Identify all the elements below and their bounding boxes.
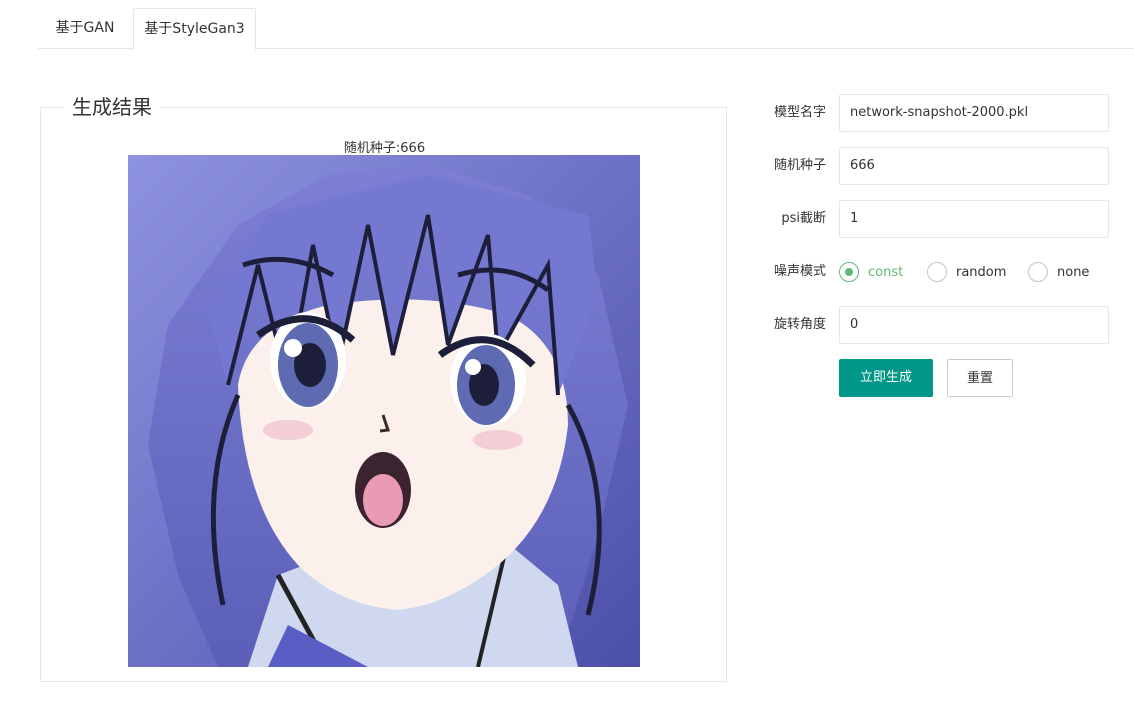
radio-checked-icon (839, 262, 859, 282)
tab-bar: 基于GAN 基于StyleGan3 (38, 8, 1134, 50)
generated-image (128, 155, 640, 667)
rotation-label: 旋转角度 (773, 317, 826, 332)
radio-none[interactable]: none (1028, 262, 1089, 282)
psi-label: psi截断 (781, 211, 826, 226)
seed-caption: 随机种子:666 (343, 141, 426, 156)
noise-mode-row: 噪声模式 const random none (760, 253, 1110, 291)
rotation-input[interactable]: 0 (839, 306, 1109, 344)
radio-unchecked-icon (1028, 262, 1048, 282)
radio-const[interactable]: const (839, 262, 903, 282)
seed-label: 随机种子 (773, 158, 826, 173)
anime-face-illustration (128, 155, 640, 667)
tab-stylegan3[interactable]: 基于StyleGan3 (133, 8, 256, 50)
noise-mode-label: 噪声模式 (773, 264, 826, 279)
rotation-row: 旋转角度 0 (760, 306, 1110, 344)
noise-mode-radio-group: const random none (839, 253, 1119, 291)
radio-unchecked-icon (927, 262, 947, 282)
radio-none-label: none (1057, 264, 1090, 280)
model-name-label: 模型名字 (773, 105, 826, 120)
seed-input[interactable]: 666 (839, 147, 1109, 185)
psi-row: psi截断 1 (760, 200, 1110, 238)
button-row: 立即生成 重置 (760, 359, 1110, 397)
psi-input[interactable]: 1 (839, 200, 1109, 238)
seed-row: 随机种子 666 (760, 147, 1110, 185)
tab-gan[interactable]: 基于GAN (38, 8, 132, 49)
generate-button[interactable]: 立即生成 (839, 359, 933, 397)
radio-random-label: random (956, 264, 1007, 280)
reset-button[interactable]: 重置 (947, 359, 1013, 397)
result-panel: 生成结果 随机种子:666 (40, 94, 727, 682)
result-legend: 生成结果 (63, 94, 161, 120)
radio-const-label: const (868, 264, 904, 280)
radio-random[interactable]: random (927, 262, 1006, 282)
model-name-row: 模型名字 network-snapshot-2000.pkl (760, 94, 1110, 132)
model-name-input[interactable]: network-snapshot-2000.pkl (839, 94, 1109, 132)
